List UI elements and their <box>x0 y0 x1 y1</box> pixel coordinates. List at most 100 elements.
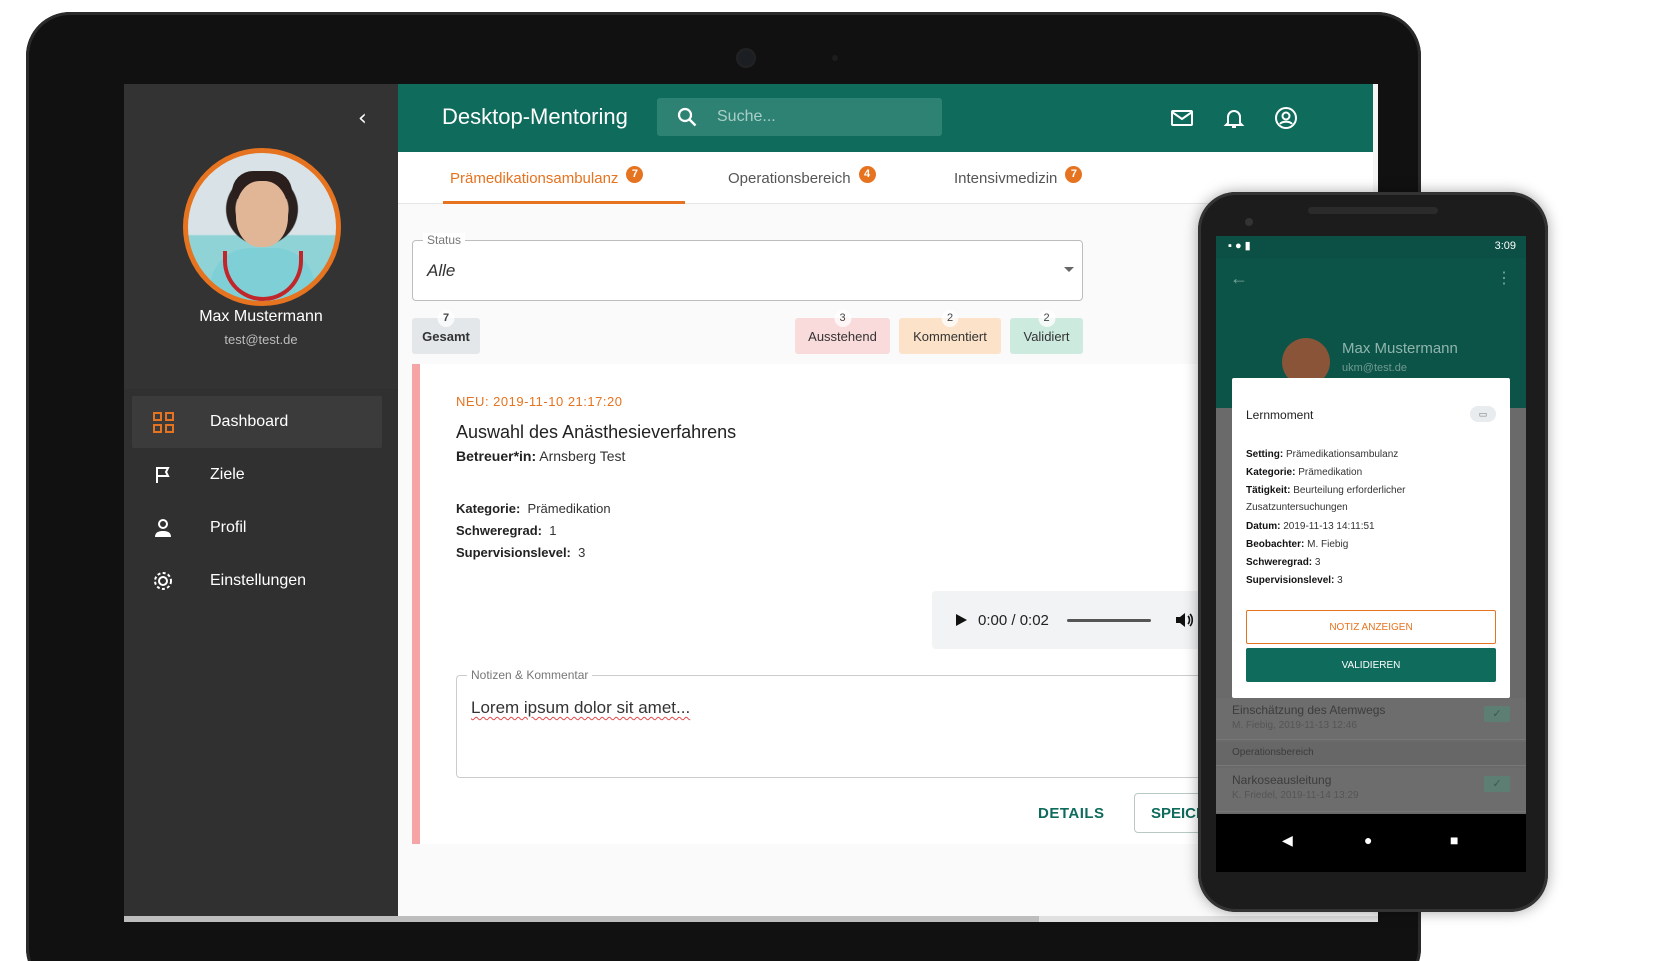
notes-input[interactable]: Lorem ipsum dolor sit amet... <box>471 698 690 718</box>
sidebar-item-einstellungen[interactable]: Einstellungen <box>132 555 382 607</box>
account-icon[interactable] <box>1274 106 1298 130</box>
more-vert-icon[interactable]: ⋮ <box>1496 268 1512 288</box>
play-icon[interactable] <box>954 613 968 627</box>
horizontal-scrollbar[interactable] <box>124 916 1378 922</box>
tab-label: Prämedikationsambulanz <box>450 169 619 187</box>
sidebar-item-dashboard[interactable]: Dashboard <box>132 396 382 448</box>
flag-icon <box>152 464 174 486</box>
sidebar-item-label: Profil <box>210 519 247 536</box>
tab-label: Operationsbereich <box>728 169 851 187</box>
list-item[interactable]: Narkoseausleitung K. Friedel, 2019-11-14… <box>1216 768 1526 812</box>
sidebar-item-label: Dashboard <box>210 413 289 430</box>
mail-icon[interactable] <box>1170 106 1194 130</box>
activity-key: Tätigkeit: <box>1246 485 1291 496</box>
chip-label: Ausstehend <box>808 328 877 344</box>
app-header: Desktop-Mentoring <box>398 84 1373 152</box>
supervision-line: Supervisionslevel: 3 <box>1246 572 1496 589</box>
status-select[interactable]: Status Alle <box>412 233 1083 301</box>
tab-intensivmedizin[interactable]: Intensivmedizin 7 <box>954 152 1083 204</box>
chevron-left-icon[interactable]: ‹ <box>358 106 367 131</box>
tablet-camera <box>738 50 754 66</box>
phone-camera <box>1245 218 1253 226</box>
search-input[interactable] <box>717 108 927 126</box>
new-timestamp: NEU: 2019-11-10 21:17:20 <box>456 394 623 409</box>
setting-line: Setting: Prämedikationsambulanz <box>1246 446 1496 463</box>
back-arrow-icon[interactable]: ← <box>1230 268 1248 289</box>
supervision-value: 3 <box>1337 575 1343 586</box>
observer-key: Beobachter: <box>1246 539 1305 550</box>
section-label: Operationsbereich <box>1232 747 1314 758</box>
person-icon <box>152 517 174 539</box>
setting-value: Prämedikationsambulanz <box>1286 449 1399 460</box>
tab-badge: 7 <box>626 165 644 183</box>
gear-icon <box>152 570 174 592</box>
search-icon <box>677 107 697 127</box>
category-line: Kategorie: Prämedikation <box>456 501 611 516</box>
audio-progress-track[interactable] <box>1066 618 1151 622</box>
avatar <box>183 148 341 306</box>
list-item-sub: M. Fiebig, 2019-11-13 12:46 <box>1232 720 1357 731</box>
tab-operationsbereich[interactable]: Operationsbereich 4 <box>728 152 876 204</box>
date-line: Datum: 2019-11-13 14:11:51 <box>1246 518 1496 535</box>
category-key: Kategorie: <box>1246 467 1296 478</box>
sidebar-item-ziele[interactable]: Ziele <box>132 449 382 501</box>
dashboard-icon <box>152 411 174 433</box>
phone-speaker <box>1308 207 1438 214</box>
chip-label: Validiert <box>1023 328 1070 344</box>
nav-recents-icon[interactable]: ■ <box>1450 832 1458 848</box>
supervisor-line: Betreuer*in: Arnsberg Test <box>456 448 625 464</box>
status-label: Status <box>423 233 466 247</box>
tab-badge: 4 <box>858 165 876 183</box>
tab-praemedikationsambulanz[interactable]: Prämedikationsambulanz 7 <box>450 152 644 204</box>
nav-back-icon[interactable]: ◀ <box>1282 832 1293 849</box>
phone-screen: ▪ ● ▮ 3:09 ← ⋮ Max Mustermann ukm@test.d… <box>1216 236 1526 872</box>
volume-icon[interactable] <box>1175 611 1195 629</box>
phone-frame: ▪ ● ▮ 3:09 ← ⋮ Max Mustermann ukm@test.d… <box>1198 192 1548 912</box>
phone-user-email: ukm@test.de <box>1342 362 1407 374</box>
observer-value: M. Fiebig <box>1307 539 1349 550</box>
status-value: Alle <box>427 261 456 280</box>
validate-button[interactable]: VALIDIEREN <box>1246 648 1496 682</box>
observer-line: Beobachter: M. Fiebig <box>1246 536 1496 553</box>
tablet-screen: ‹ Max Mustermann test@test.de Dashboard … <box>124 84 1378 922</box>
filter-chip-gesamt[interactable]: 7 Gesamt <box>412 310 480 354</box>
sidebar-profile: ‹ Max Mustermann test@test.de <box>124 84 398 389</box>
sidebar: ‹ Max Mustermann test@test.de Dashboard … <box>124 84 398 922</box>
severity-key: Schweregrad: <box>456 523 542 538</box>
notes-field[interactable]: Notizen & Kommentar Lorem ipsum dolor si… <box>456 668 1257 778</box>
supervision-value: 3 <box>578 545 586 560</box>
sidebar-item-profil[interactable]: Profil <box>132 502 382 554</box>
severity-value: 1 <box>549 523 557 538</box>
scrollbar-thumb[interactable] <box>124 916 1039 922</box>
comment-icon[interactable]: ▭ <box>1470 406 1496 422</box>
notes-label: Notizen & Kommentar <box>467 668 593 682</box>
severity-key: Schweregrad: <box>1246 557 1313 568</box>
phone-status-bar: ▪ ● ▮ 3:09 <box>1216 236 1526 258</box>
filter-chip-kommentiert[interactable]: 2 Kommentiert <box>899 310 1001 354</box>
chip-count: 7 <box>437 310 455 327</box>
nav-home-icon[interactable]: ● <box>1364 832 1372 848</box>
check-icon: ✓ <box>1484 706 1510 722</box>
sidebar-nav: Dashboard Ziele Profil Einstellungen <box>132 396 382 608</box>
list-item-sub: K. Friedel, 2019-11-14 13:29 <box>1232 790 1359 801</box>
bell-icon[interactable] <box>1222 106 1246 130</box>
list-item[interactable]: Einschätzung des Atemwegs M. Fiebig, 201… <box>1216 698 1526 740</box>
severity-line: Schweregrad: 1 <box>456 523 556 538</box>
app-title: Desktop-Mentoring <box>442 104 628 129</box>
activity-line: Tätigkeit: Beurteilung erforderlicher Zu… <box>1246 482 1496 516</box>
filter-chip-ausstehend[interactable]: 3 Ausstehend <box>795 310 890 354</box>
supervision-key: Supervisionslevel: <box>1246 575 1335 586</box>
audio-time: 0:00 / 0:02 <box>978 611 1049 629</box>
filter-chip-validiert[interactable]: 2 Validiert <box>1010 310 1083 354</box>
android-nav-bar: ◀ ● ■ <box>1216 814 1526 872</box>
dialog-title: Lernmoment <box>1246 408 1314 422</box>
chip-label: Gesamt <box>422 328 470 344</box>
search-box[interactable] <box>657 98 942 136</box>
details-button[interactable]: DETAILS <box>1038 805 1105 822</box>
severity-line: Schweregrad: 3 <box>1246 554 1496 571</box>
chip-count: 2 <box>1038 310 1055 327</box>
supervision-line: Supervisionslevel: 3 <box>456 545 585 560</box>
caret-down-icon <box>1064 267 1074 272</box>
show-note-button[interactable]: NOTIZ ANZEIGEN <box>1246 610 1496 644</box>
phone-user-name: Max Mustermann <box>1342 340 1458 357</box>
